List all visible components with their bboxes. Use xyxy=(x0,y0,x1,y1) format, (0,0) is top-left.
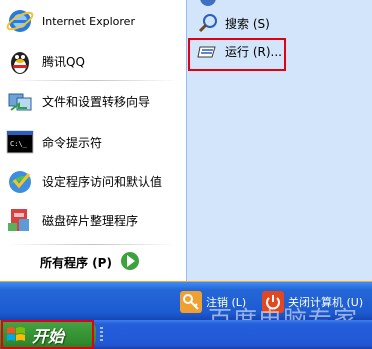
program-command-prompt[interactable]: C:\_ 命令提示符 xyxy=(4,125,182,159)
start-menu-left-pane: Internet Explorer 腾讯QQ 文件和设置转移向导 C:\_ 命令… xyxy=(0,0,186,281)
program-label: 腾讯QQ xyxy=(42,54,85,69)
program-internet-explorer[interactable]: Internet Explorer xyxy=(4,4,182,38)
start-highlight-box xyxy=(1,320,94,349)
program-access-defaults[interactable]: 设定程序访问和默认值 xyxy=(4,164,182,198)
program-label: 命令提示符 xyxy=(42,135,103,150)
partial-item-top xyxy=(197,0,219,6)
all-programs-label: 所有程序 (P) xyxy=(40,255,112,270)
run-highlight-box xyxy=(188,38,286,71)
key-icon xyxy=(180,291,202,313)
program-defaults-icon xyxy=(4,165,36,197)
program-label: Internet Explorer xyxy=(42,14,135,28)
program-label: 设定程序访问和默认值 xyxy=(42,174,163,189)
search-icon xyxy=(197,12,219,34)
search-label: 搜索 (S) xyxy=(225,16,270,31)
program-defragmenter[interactable]: 磁盘碎片整理程序 xyxy=(4,203,182,237)
transfer-wizard-icon xyxy=(4,85,36,117)
command-prompt-icon: C:\_ xyxy=(4,126,36,158)
program-label: 文件和设置转移向导 xyxy=(42,94,151,109)
svg-text:C:\_: C:\_ xyxy=(10,140,28,148)
separator xyxy=(8,244,178,245)
arrow-right-icon xyxy=(120,251,140,274)
defragmenter-icon xyxy=(4,204,36,236)
qq-penguin-icon xyxy=(4,45,36,77)
program-qq[interactable]: 腾讯QQ xyxy=(4,44,182,78)
separator xyxy=(8,80,178,81)
search-menu-item[interactable]: 搜索 (S) xyxy=(197,12,270,34)
program-label: 磁盘碎片整理程序 xyxy=(42,213,139,228)
all-programs-button[interactable]: 所有程序 (P) xyxy=(40,249,140,275)
internet-explorer-icon xyxy=(4,5,36,37)
taskbar-grip[interactable] xyxy=(100,327,103,343)
program-transfer-wizard[interactable]: 文件和设置转移向导 xyxy=(4,84,182,118)
